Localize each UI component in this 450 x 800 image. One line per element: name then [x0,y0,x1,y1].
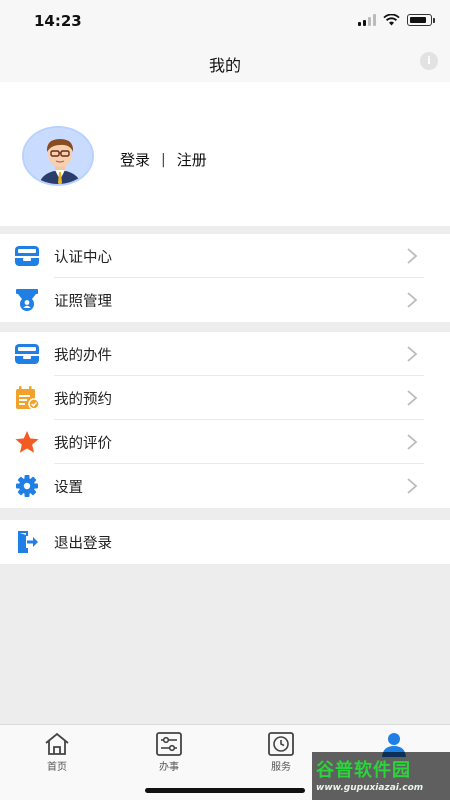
menu-item-license-management[interactable]: 证照管理 [0,278,450,322]
link-separator: | [161,151,166,168]
star-icon [15,431,39,453]
sliders-icon [156,732,182,756]
gear-icon [16,475,38,497]
tab-label: 服务 [271,762,291,773]
home-icon [45,732,69,755]
watermark: 谷普软件园 www.gupuxiazai.com [312,752,450,800]
chevron-right-icon [407,390,418,406]
inbox-tray-icon [15,246,39,266]
register-link[interactable]: 注册 [177,149,207,170]
certificate-badge-icon [16,289,38,311]
status-time: 14:23 [34,12,82,30]
chevron-right-icon [407,292,418,308]
menu-item-label: 认证中心 [54,250,112,266]
menu-item-auth-center[interactable]: 认证中心 [0,234,450,278]
calendar-check-icon [16,386,40,410]
menu-group-services: 我的办件 我的预约 我的评价 设置 [0,332,450,508]
menu-item-label: 我的评价 [54,436,112,452]
menu-item-label: 设置 [54,480,83,496]
menu-item-my-reviews[interactable]: 我的评价 [0,420,450,464]
logout-button[interactable]: 退出登录 [0,520,450,564]
menu-item-label: 退出登录 [54,536,112,552]
menu-item-settings[interactable]: 设置 [0,464,450,508]
tab-label: 办事 [159,762,179,773]
watermark-url: www.gupuxiazai.com [316,783,424,793]
nav-bar: 我的 i [0,44,450,82]
profile-header: 登录 | 注册 [0,82,450,226]
tab-affairs[interactable]: 办事 [139,731,199,773]
login-register-links: 登录 | 注册 [120,149,207,170]
status-bar: 14:23 [0,0,450,44]
battery-icon [407,14,435,26]
avatar[interactable] [22,126,94,186]
login-link[interactable]: 登录 [120,149,150,170]
tab-home[interactable]: 首页 [27,731,87,773]
status-icons [358,14,435,26]
menu-group-account: 认证中心 证照管理 [0,234,450,322]
chevron-right-icon [407,478,418,494]
menu-item-label: 我的预约 [54,392,112,408]
watermark-title: 谷普软件园 [316,760,411,781]
menu-item-label: 我的办件 [54,348,112,364]
menu-group-logout: 退出登录 [0,520,450,564]
avatar-illustration [24,128,92,184]
tab-label: 首页 [47,762,67,773]
tab-services[interactable]: 服务 [251,731,311,773]
home-indicator [145,788,305,793]
page-title: 我的 [208,56,241,75]
chevron-right-icon [407,346,418,362]
menu-item-my-applications[interactable]: 我的办件 [0,332,450,376]
cellular-signal-icon [358,14,376,26]
menu-item-label: 证照管理 [54,294,112,310]
logout-icon [18,531,38,553]
menu-item-my-appointments[interactable]: 我的预约 [0,376,450,420]
chevron-right-icon [407,248,418,264]
wifi-icon [383,14,400,26]
clock-icon [268,732,294,756]
inbox-tray-icon [15,344,39,364]
chevron-right-icon [407,434,418,450]
info-icon[interactable]: i [420,52,438,70]
